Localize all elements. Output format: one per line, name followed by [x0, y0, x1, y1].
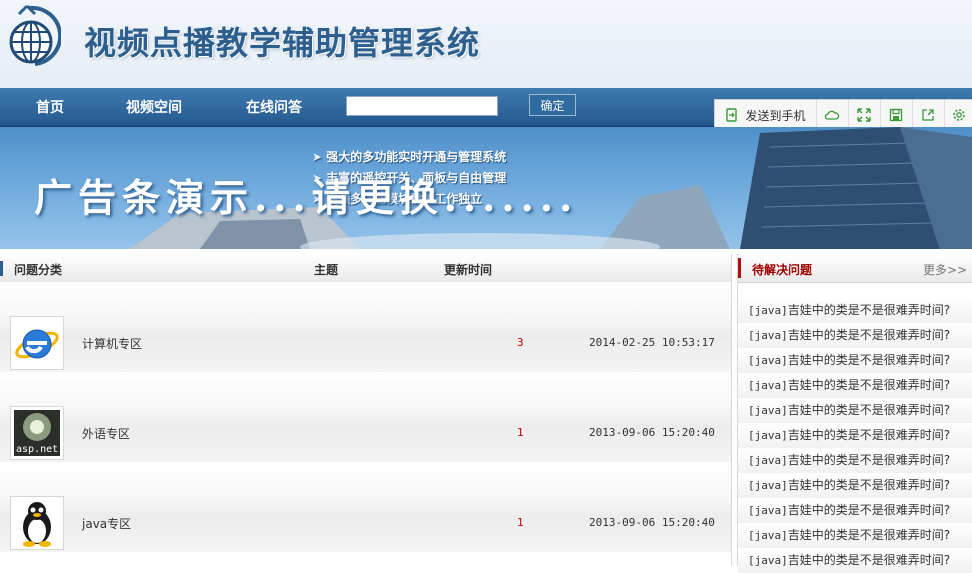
header-accent-bar [738, 258, 741, 278]
svg-text:asp.net: asp.net [16, 444, 58, 455]
question-tag: [java] [748, 429, 788, 442]
linux-tux-icon[interactable] [10, 496, 64, 550]
question-tag: [java] [748, 354, 788, 367]
question-tag: [java] [748, 304, 788, 317]
share-icon [922, 109, 934, 121]
nav-item-video-space[interactable]: 视频空间 [126, 97, 182, 117]
question-item[interactable]: [java]吉娃中的类是不是很难弄时间? [738, 373, 972, 398]
search-input[interactable] [346, 96, 498, 116]
save-button[interactable] [880, 100, 913, 130]
send-to-phone-label: 发送到手机 [745, 108, 806, 123]
settings-icon [952, 109, 965, 121]
table-row: java专区 1 2013-09-06 15:20:40 [0, 462, 731, 552]
ad-banner[interactable]: 强大的多功能实时开通与管理系统 丰富的遥控开关、面板与自由管理 中频多功能模块需… [0, 127, 972, 249]
question-tag: [java] [748, 554, 788, 567]
more-link[interactable]: 更多>> [923, 261, 967, 278]
question-tag: [java] [748, 529, 788, 542]
search-confirm-button[interactable]: 确定 [529, 94, 576, 116]
question-item[interactable]: [java]吉娃中的类是不是很难弄时间? [738, 523, 972, 548]
question-item[interactable]: [java]吉娃中的类是不是很难弄时间? [738, 548, 972, 573]
pending-questions-title: 待解决问题 [752, 263, 813, 277]
question-text: 吉娃中的类是不是很难弄时间? [787, 378, 951, 392]
table-header: 问题分类 主题 更新时间 [0, 254, 731, 283]
category-name[interactable]: java专区 [82, 515, 131, 532]
question-item[interactable]: [java]吉娃中的类是不是很难弄时间? [738, 498, 972, 523]
topic-count: 3 [517, 336, 524, 349]
nav-item-online-qa[interactable]: 在线问答 [246, 97, 302, 117]
cloud-button[interactable] [816, 100, 849, 130]
header-accent-bar [0, 261, 3, 276]
pending-question-list: [java]吉娃中的类是不是很难弄时间? [java]吉娃中的类是不是很难弄时间… [738, 298, 972, 573]
question-item[interactable]: [java]吉娃中的类是不是很难弄时间? [738, 298, 972, 323]
question-tag: [java] [748, 479, 788, 492]
updated-time: 2013-09-06 15:20:40 [589, 516, 715, 529]
globe-logo-icon [9, 4, 61, 66]
question-text: 吉娃中的类是不是很难弄时间? [787, 303, 951, 317]
banner-ad-text: 广告条演示...请更换....... [34, 175, 579, 220]
site-title: 视频点播教学辅助管理系统 [84, 24, 481, 62]
question-tag: [java] [748, 379, 788, 392]
column-header-topic: 主题 [314, 263, 339, 277]
expand-button[interactable] [848, 100, 881, 130]
question-text: 吉娃中的类是不是很难弄时间? [787, 353, 951, 367]
pending-questions-header: 待解决问题 更多>> [738, 254, 972, 283]
question-item[interactable]: [java]吉娃中的类是不是很难弄时间? [738, 398, 972, 423]
cloud-icon [825, 110, 839, 120]
question-tag: [java] [748, 504, 788, 517]
question-tag: [java] [748, 454, 788, 467]
share-button[interactable] [912, 100, 945, 130]
column-header-updated: 更新时间 [444, 263, 493, 277]
question-text: 吉娃中的类是不是很难弄时间? [787, 453, 951, 467]
pending-questions-panel: 待解决问题 更多>> [java]吉娃中的类是不是很难弄时间? [java]吉娃… [737, 254, 972, 573]
updated-time: 2013-09-06 15:20:40 [589, 426, 715, 439]
category-name[interactable]: 外语专区 [82, 425, 130, 442]
settings-button[interactable] [944, 100, 972, 130]
expand-icon [857, 108, 871, 122]
table-row: asp.net 外语专区 1 2013-09-06 15:20:40 [0, 372, 731, 462]
question-text: 吉娃中的类是不是很难弄时间? [787, 528, 951, 542]
question-text: 吉娃中的类是不是很难弄时间? [787, 328, 951, 342]
table-row: 计算机专区 3 2014-02-25 10:53:17 [0, 282, 731, 372]
nav-item-home[interactable]: 首页 [36, 97, 64, 117]
question-tag: [java] [748, 404, 788, 417]
ie-icon[interactable] [10, 316, 64, 370]
asp-net-icon[interactable]: asp.net [10, 406, 64, 460]
question-item[interactable]: [java]吉娃中的类是不是很难弄时间? [738, 423, 972, 448]
question-item[interactable]: [java]吉娃中的类是不是很难弄时间? [738, 448, 972, 473]
updated-time: 2014-02-25 10:53:17 [589, 336, 715, 349]
send-to-phone-button[interactable]: 发送到手机 [715, 100, 817, 130]
topic-count: 1 [517, 426, 524, 439]
category-name[interactable]: 计算机专区 [82, 335, 142, 352]
question-category-table: 问题分类 主题 更新时间 计算机专区 3 2014-02-25 10:53:17… [0, 254, 732, 565]
save-icon [889, 108, 903, 122]
question-text: 吉娃中的类是不是很难弄时间? [787, 403, 951, 417]
question-item[interactable]: [java]吉娃中的类是不是很难弄时间? [738, 323, 972, 348]
send-to-phone-icon [726, 108, 738, 122]
question-item[interactable]: [java]吉娃中的类是不是很难弄时间? [738, 473, 972, 498]
site-header: 视频点播教学辅助管理系统 [0, 0, 972, 89]
topic-count: 1 [517, 516, 524, 529]
question-item[interactable]: [java]吉娃中的类是不是很难弄时间? [738, 348, 972, 373]
question-text: 吉娃中的类是不是很难弄时间? [787, 428, 951, 442]
question-text: 吉娃中的类是不是很难弄时间? [787, 478, 951, 492]
question-tag: [java] [748, 329, 788, 342]
question-text: 吉娃中的类是不是很难弄时间? [787, 503, 951, 517]
banner-bullet: 强大的多功能实时开通与管理系统 [312, 147, 506, 168]
column-header-category: 问题分类 [14, 263, 63, 277]
